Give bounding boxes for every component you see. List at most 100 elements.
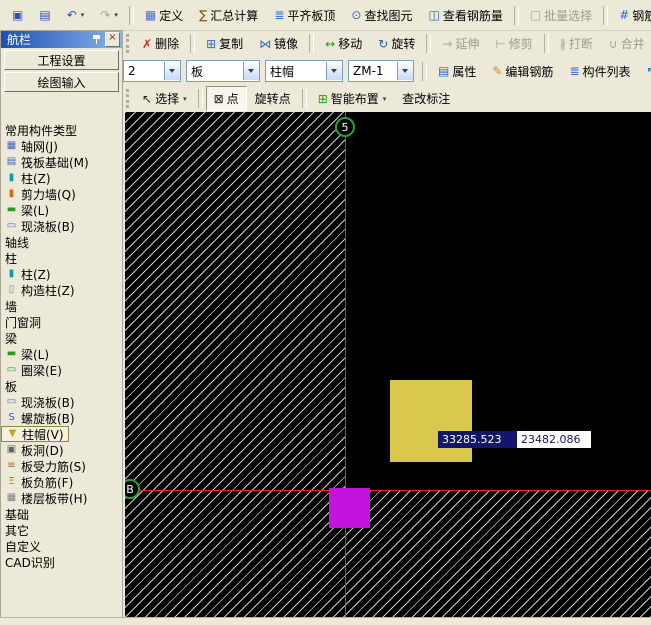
- rotate-button[interactable]: ↻ 旋转: [370, 31, 423, 56]
- tree-foundation-group[interactable]: 基础: [1, 506, 33, 522]
- tree-beam[interactable]: ▬ 梁(L): [1, 202, 53, 218]
- column-cap-shape[interactable]: [390, 380, 472, 462]
- tree-item-label: 现浇板(B): [21, 394, 75, 411]
- print-button[interactable]: ▤: [31, 5, 58, 25]
- axis-bubble-5[interactable]: 5: [335, 117, 355, 137]
- category-selector[interactable]: 板: [186, 60, 260, 82]
- tree-common-types[interactable]: 常用构件类型: [1, 122, 81, 138]
- align-slab-top-button[interactable]: ≣ 平齐板顶: [266, 3, 343, 28]
- save-button[interactable]: ▣: [4, 5, 31, 25]
- tree-cast-slab-2[interactable]: ▭ 现浇板(B): [1, 394, 79, 410]
- redo-button[interactable]: ↷ ▾: [92, 5, 126, 25]
- vertical-axis-line[interactable]: [345, 112, 346, 617]
- floor-selector[interactable]: 2: [123, 60, 181, 82]
- button-label: 合并: [621, 35, 645, 52]
- toolbar-separator: [190, 34, 195, 53]
- chevron-down-icon[interactable]: [397, 62, 413, 80]
- batch-select-button[interactable]: □ 批量选择: [522, 3, 600, 28]
- tree-beam-group[interactable]: 梁: [1, 330, 21, 346]
- dropdown-caret-icon: ▾: [183, 95, 187, 103]
- rotate-point-button[interactable]: 旋转点: [247, 86, 299, 111]
- tree-shear-wall[interactable]: ▮ 剪力墙(Q): [1, 186, 80, 202]
- delete-button[interactable]: ✗ 删除: [134, 31, 187, 56]
- mirror-button[interactable]: ⋈ 镜像: [251, 31, 306, 56]
- component-list-button[interactable]: ≣ 构件列表: [561, 59, 638, 84]
- point-button[interactable]: ⊠ 点: [206, 86, 247, 111]
- break-button[interactable]: ∦ 打断: [552, 31, 601, 56]
- trim-button[interactable]: ⊢ 修剪: [487, 31, 540, 56]
- tree-cad-recognition-group[interactable]: CAD识别: [1, 554, 59, 570]
- button-icon: ↖: [647, 65, 651, 77]
- bottom-strip: [0, 617, 651, 625]
- tree-other-group[interactable]: 其它: [1, 522, 33, 538]
- extend-button[interactable]: → 延伸: [434, 31, 487, 56]
- component-selector[interactable]: ZM-1: [348, 60, 414, 82]
- pick-component-button[interactable]: ↖ 拾: [639, 59, 651, 84]
- tree-wall-group[interactable]: 墙: [1, 298, 21, 314]
- drawing-canvas[interactable]: 5 B 33285.523 23482.086: [125, 112, 651, 617]
- tree-beam-2[interactable]: ▬ 梁(L): [1, 346, 53, 362]
- tree-axis-group[interactable]: 轴线: [1, 234, 33, 250]
- check-annotation-button[interactable]: 查改标注: [394, 86, 458, 111]
- smart-layout-button[interactable]: ⊞ 智能布置 ▾: [310, 86, 395, 111]
- define-button[interactable]: ▦ 定义: [137, 3, 191, 28]
- toolbar-grip[interactable]: [126, 34, 129, 53]
- tree-axis-grid[interactable]: ▦ 轴网(J): [1, 138, 62, 154]
- button-label: 镜像: [274, 35, 298, 52]
- tree-item-icon: ▬: [5, 205, 18, 215]
- undo-button[interactable]: ↶ ▾: [59, 5, 93, 25]
- tree-item-label: 基础: [5, 506, 29, 523]
- toolbar-grip[interactable]: [126, 89, 129, 108]
- tree-slab-hole[interactable]: ▣ 板洞(D): [1, 442, 68, 458]
- tree-item-icon: ▤: [5, 157, 18, 167]
- tree-cast-slab[interactable]: ▭ 现浇板(B): [1, 218, 79, 234]
- move-button[interactable]: ↔ 移动: [317, 31, 370, 56]
- summary-calc-button[interactable]: ∑ 汇总计算: [191, 3, 266, 28]
- axis-bubble-b[interactable]: B: [125, 479, 140, 499]
- tree-slab-main-rebar[interactable]: ≡ 板受力筋(S): [1, 458, 90, 474]
- tree-item-label: 梁(L): [21, 346, 49, 363]
- tree-item-label: CAD识别: [5, 554, 55, 571]
- placement-highlight-block[interactable]: [329, 488, 370, 528]
- chevron-down-icon[interactable]: [243, 62, 259, 80]
- properties-button[interactable]: ▤ 属性: [430, 59, 484, 84]
- tree-floor-slab-band[interactable]: ▦ 楼层板带(H): [1, 490, 91, 506]
- pin-icon[interactable]: [90, 33, 103, 46]
- tree-custom-group[interactable]: 自定义: [1, 538, 45, 554]
- button-label: 智能布置: [331, 90, 379, 107]
- tree-slab-negative-rebar[interactable]: Ξ 板负筋(F): [1, 474, 77, 490]
- merge-button[interactable]: ∪ 合并: [601, 31, 651, 56]
- tree-item-label: 板受力筋(S): [21, 458, 86, 475]
- coordinate-input-y[interactable]: 23482.086: [517, 431, 591, 448]
- tree-ring-beam[interactable]: ▭ 圈梁(E): [1, 362, 66, 378]
- horizontal-axis-line[interactable]: [125, 490, 651, 491]
- project-settings-button[interactable]: 工程设置: [4, 50, 119, 70]
- button-icon: ▤: [438, 65, 449, 77]
- toolbar-separator: [426, 34, 431, 53]
- tree-slab-group[interactable]: 板: [1, 378, 21, 394]
- tree-column-2[interactable]: ▮ 柱(Z): [1, 266, 55, 282]
- tree-spiral-slab[interactable]: S 螺旋板(B): [1, 410, 79, 426]
- drawing-input-button[interactable]: 绘图输入: [4, 72, 119, 92]
- draw-toolbar: ↖ 选择 ▾ ⊠ 点 旋转点 ⊞ 智能布置 ▾ 查改标注: [123, 85, 651, 112]
- rebar-3d-button[interactable]: # 钢筋三维: [611, 3, 651, 28]
- category-value: 板: [187, 63, 243, 80]
- select-button[interactable]: ↖ 选择 ▾: [134, 86, 195, 111]
- element-type-selector[interactable]: 柱帽: [265, 60, 343, 82]
- tree-raft-foundation[interactable]: ▤ 筏板基础(M): [1, 154, 93, 170]
- coordinate-input-x[interactable]: 33285.523: [438, 431, 517, 448]
- tree-column-group[interactable]: 柱: [1, 250, 21, 266]
- context-toolbar: 2 板 柱帽 ZM-1 ▤ 属性 ✎ 编辑钢筋 ≣ 构件列表: [123, 57, 651, 85]
- tree-constructional-column[interactable]: ▯ 构造柱(Z): [1, 282, 79, 298]
- toolbar-separator: [302, 89, 307, 108]
- view-rebar-quantity-button[interactable]: ◫ 查看钢筋量: [420, 3, 510, 28]
- edit-rebar-button[interactable]: ✎ 编辑钢筋: [484, 59, 561, 84]
- close-icon[interactable]: ×: [105, 32, 120, 47]
- tree-column-cap[interactable]: ▼ 柱帽(V): [1, 426, 69, 442]
- tree-column[interactable]: ▮ 柱(Z): [1, 170, 55, 186]
- find-element-button[interactable]: ⊙ 查找图元: [343, 3, 420, 28]
- chevron-down-icon[interactable]: [326, 62, 342, 80]
- chevron-down-icon[interactable]: [164, 62, 180, 80]
- copy-button[interactable]: ⊞ 复制: [198, 31, 251, 56]
- tree-opening-group[interactable]: 门窗洞: [1, 314, 45, 330]
